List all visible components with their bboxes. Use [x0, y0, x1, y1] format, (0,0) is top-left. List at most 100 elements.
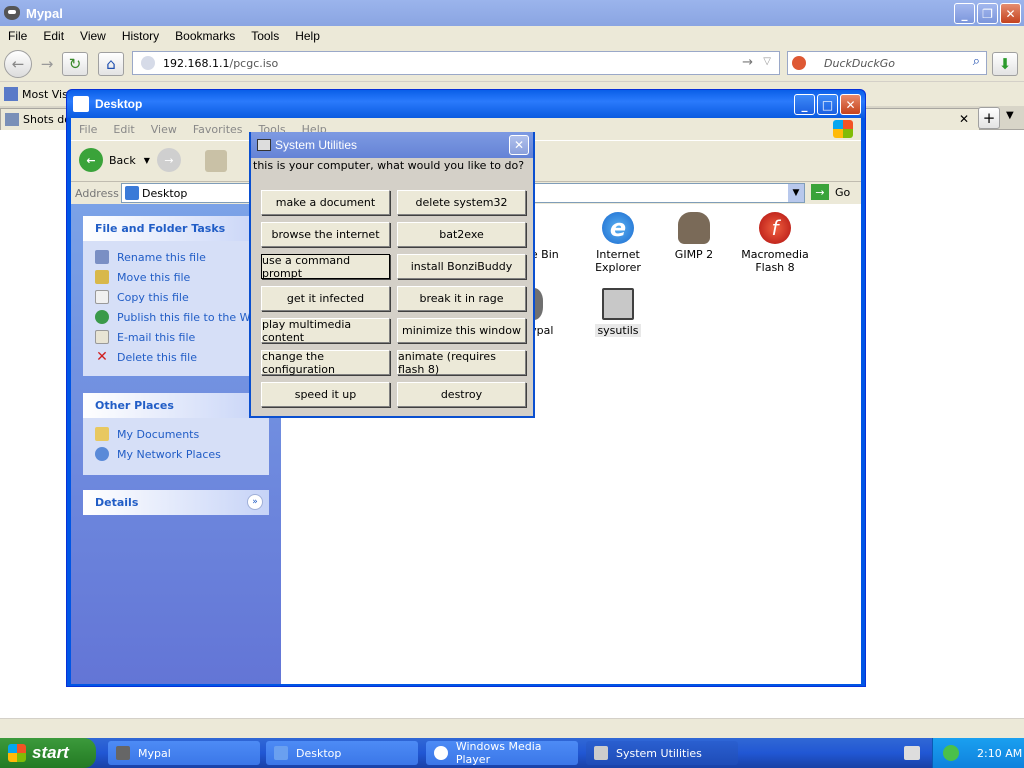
- other-places-title[interactable]: Other Places: [83, 393, 269, 418]
- url-path: /pcgc.iso: [229, 56, 279, 70]
- command-prompt-button[interactable]: use a command prompt: [261, 254, 390, 280]
- tab-list-icon[interactable]: ▼: [1006, 110, 1014, 121]
- task-rename[interactable]: Rename this file: [83, 247, 269, 267]
- reload-icon[interactable]: ↻: [62, 52, 88, 76]
- make-document-button[interactable]: make a document: [261, 190, 390, 215]
- close-button[interactable]: ✕: [1000, 3, 1021, 24]
- desktop-icon: [125, 186, 139, 200]
- destroy-button[interactable]: destroy: [397, 382, 526, 407]
- copy-icon: [95, 290, 109, 304]
- start-button[interactable]: start: [0, 738, 96, 768]
- exp-menu-favorites[interactable]: Favorites: [185, 123, 251, 136]
- internet-explorer-shortcut[interactable]: e Internet Explorer: [583, 212, 653, 274]
- task-desktop[interactable]: Desktop: [266, 741, 418, 765]
- forward-arrow-icon[interactable]: →: [34, 52, 60, 76]
- icon-label: Internet Explorer: [595, 248, 641, 274]
- computer-icon: [257, 139, 271, 151]
- menu-file[interactable]: File: [0, 29, 35, 43]
- explorer-minimize-button[interactable]: _: [794, 94, 815, 115]
- browse-internet-button[interactable]: browse the internet: [261, 222, 390, 247]
- install-bonzibuddy-button[interactable]: install BonziBuddy: [397, 254, 526, 279]
- task-copy[interactable]: Copy this file: [83, 287, 269, 307]
- place-label: My Network Places: [117, 447, 221, 461]
- gimp-shortcut[interactable]: GIMP 2: [659, 212, 729, 261]
- task-label: Move this file: [117, 270, 191, 284]
- network-icon[interactable]: [943, 745, 959, 761]
- url-bar[interactable]: 192.168.1.1/pcgc.iso → ▽: [132, 51, 780, 75]
- bookmark-most-visited[interactable]: Most Visi: [22, 88, 71, 101]
- minimize-button[interactable]: _: [954, 3, 975, 24]
- new-tab-icon[interactable]: +: [978, 107, 1000, 129]
- go-arrow-icon[interactable]: →: [742, 55, 753, 70]
- task-email[interactable]: E-mail this file: [83, 327, 269, 347]
- desktop-icon: [274, 746, 288, 760]
- animate-button[interactable]: animate (requires flash 8): [397, 350, 526, 376]
- task-label: System Utilities: [616, 746, 702, 760]
- delete-system32-button[interactable]: delete system32: [397, 190, 526, 215]
- explorer-title-bar[interactable]: Desktop _ □ ✕: [67, 90, 865, 118]
- menu-view[interactable]: View: [72, 29, 114, 43]
- tab-label: Shots do: [23, 113, 71, 126]
- details-title[interactable]: Details: [83, 490, 269, 515]
- explorer-back-button[interactable]: ← Back ▼: [79, 148, 150, 172]
- dialog-close-button[interactable]: ✕: [509, 135, 529, 155]
- task-label: Delete this file: [117, 350, 197, 364]
- task-publish[interactable]: Publish this file to the Web: [83, 307, 269, 327]
- keyboard-icon[interactable]: [904, 746, 920, 760]
- menu-bookmarks[interactable]: Bookmarks: [167, 29, 243, 43]
- task-label: Rename this file: [117, 250, 206, 264]
- clock[interactable]: 2:10 AM: [977, 747, 1022, 760]
- dialog-title-bar[interactable]: System Utilities ✕: [251, 132, 533, 158]
- macromedia-flash-shortcut[interactable]: f Macromedia Flash 8: [735, 212, 815, 274]
- icon-label: sysutils: [595, 324, 641, 337]
- bat2exe-button[interactable]: bat2exe: [397, 222, 526, 247]
- task-label: Windows Media Player: [455, 740, 542, 766]
- task-windows-media-player[interactable]: Windows Media Player: [426, 740, 578, 766]
- back-dropdown-icon[interactable]: ▼: [144, 156, 150, 165]
- get-infected-button[interactable]: get it infected: [261, 286, 390, 311]
- bookmark-icon: [4, 87, 18, 101]
- exp-menu-edit[interactable]: Edit: [105, 123, 142, 136]
- task-label: Mypal: [138, 746, 171, 760]
- menu-tools[interactable]: Tools: [243, 29, 287, 43]
- search-bar[interactable]: DuckDuckGo ⌕: [787, 51, 987, 75]
- task-delete[interactable]: ✕ Delete this file: [83, 347, 269, 367]
- speed-it-up-button[interactable]: speed it up: [261, 382, 390, 407]
- menu-help[interactable]: Help: [287, 29, 328, 43]
- change-configuration-button[interactable]: change the configuration: [261, 350, 390, 376]
- duckduckgo-icon[interactable]: [792, 56, 806, 70]
- close-tab-icon[interactable]: ✕: [959, 112, 969, 126]
- task-mypal[interactable]: Mypal: [108, 741, 260, 765]
- place-my-network[interactable]: My Network Places: [83, 444, 269, 464]
- place-my-documents[interactable]: My Documents: [83, 424, 269, 444]
- download-icon[interactable]: ⬇: [992, 52, 1018, 76]
- search-icon[interactable]: ⌕: [973, 54, 980, 69]
- exp-menu-view[interactable]: View: [143, 123, 185, 136]
- back-arrow-icon[interactable]: ←: [4, 50, 32, 78]
- task-system-utilities[interactable]: System Utilities: [586, 741, 738, 765]
- expand-chevron-icon[interactable]: »: [247, 494, 263, 510]
- home-icon[interactable]: ⌂: [98, 52, 124, 76]
- exp-menu-file[interactable]: File: [71, 123, 105, 136]
- forward-arrow-icon[interactable]: →: [157, 148, 181, 172]
- explorer-close-button[interactable]: ✕: [840, 94, 861, 115]
- play-multimedia-button[interactable]: play multimedia content: [261, 318, 390, 344]
- address-dropdown-icon[interactable]: ▼: [788, 184, 804, 202]
- restore-button[interactable]: ❐: [977, 3, 998, 24]
- menu-edit[interactable]: Edit: [35, 29, 72, 43]
- minimize-window-button[interactable]: minimize this window: [397, 318, 526, 343]
- taskbar: start Mypal Desktop Windows Media Player…: [0, 738, 1024, 768]
- go-button[interactable]: → Go: [811, 184, 850, 200]
- sysutils-shortcut[interactable]: sysutils: [583, 288, 653, 337]
- address-label: Address: [75, 186, 119, 200]
- status-bar: [0, 718, 1024, 738]
- file-folder-tasks-title[interactable]: File and Folder Tasks: [83, 216, 269, 241]
- explorer-maximize-button[interactable]: □: [817, 94, 838, 115]
- task-move[interactable]: Move this file: [83, 267, 269, 287]
- up-folder-icon[interactable]: [205, 150, 227, 172]
- break-in-rage-button[interactable]: break it in rage: [397, 286, 526, 311]
- dropdown-icon[interactable]: ▽: [763, 56, 771, 67]
- menu-history[interactable]: History: [114, 29, 167, 43]
- firefox-menu-bar: File Edit View History Bookmarks Tools H…: [0, 26, 1024, 46]
- back-label: Back: [109, 153, 136, 167]
